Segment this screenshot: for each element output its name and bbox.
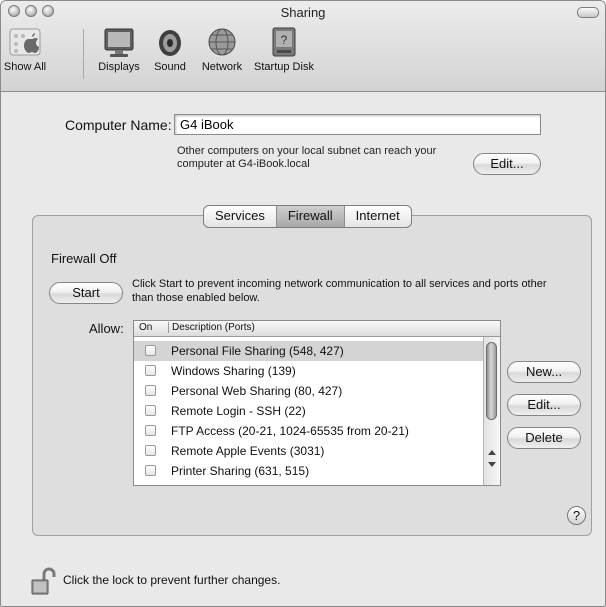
unlocked-lock-icon[interactable] (31, 566, 57, 596)
toolbar-label-displays: Displays (98, 61, 140, 73)
sharing-window: Sharing Show All Displays Sound Network … (0, 0, 606, 607)
scrollbar-thumb[interactable] (486, 342, 497, 420)
service-label: Remote Apple Events (3031) (171, 444, 325, 458)
service-checkbox[interactable] (145, 385, 156, 396)
hard-disk-icon: ? (272, 27, 296, 57)
tab-bar: Services Firewall Internet (203, 205, 412, 228)
window-chrome: Sharing Show All Displays Sound Network … (1, 1, 605, 92)
firewall-start-button[interactable]: Start (49, 282, 123, 304)
service-label: Windows Sharing (139) (171, 364, 296, 378)
list-item[interactable]: FTP Access (20-21, 1024-65535 from 20-21… (134, 421, 483, 441)
edit-service-button[interactable]: Edit... (507, 394, 581, 416)
computer-name-label: Computer Name: (65, 117, 172, 133)
toolbar-displays[interactable]: Displays (93, 25, 145, 73)
computer-name-input[interactable] (174, 114, 541, 135)
computer-name-edit-button[interactable]: Edit... (473, 153, 541, 175)
scroll-down-arrow-icon[interactable] (488, 462, 496, 467)
service-checkbox[interactable] (145, 425, 156, 436)
service-checkbox[interactable] (145, 445, 156, 456)
tab-services[interactable]: Services (204, 206, 277, 227)
svg-text:?: ? (281, 33, 288, 47)
vertical-scrollbar[interactable] (483, 337, 500, 485)
window-title: Sharing (280, 5, 326, 20)
help-button[interactable]: ? (567, 506, 586, 525)
toolbar-toggle-button[interactable] (577, 7, 599, 18)
list-header: On Description (Ports) (134, 321, 500, 337)
tab-firewall[interactable]: Firewall (276, 206, 345, 227)
tab-internet[interactable]: Internet (345, 206, 411, 227)
list-item[interactable]: Personal Web Sharing (80, 427) (134, 381, 483, 401)
lock-message: Click the lock to prevent further change… (63, 573, 281, 587)
scroll-up-arrow-icon[interactable] (488, 450, 496, 455)
new-service-button[interactable]: New... (507, 361, 581, 383)
firewall-services-list[interactable]: On Description (Ports) Personal File Sha… (133, 320, 501, 486)
delete-service-button[interactable]: Delete (507, 427, 581, 449)
service-label: Personal Web Sharing (80, 427) (171, 384, 343, 398)
service-label: Remote Login - SSH (22) (171, 404, 306, 418)
toolbar-label-show-all: Show All (3, 61, 47, 73)
column-header-description[interactable]: Description (Ports) (168, 322, 255, 333)
column-header-on[interactable]: On (139, 322, 163, 333)
list-item[interactable]: Windows Sharing (139) (134, 361, 483, 381)
service-checkbox[interactable] (145, 405, 156, 416)
toolbar-label-startup-disk: Startup Disk (254, 61, 314, 73)
firewall-status: Firewall Off (51, 251, 117, 266)
firewall-start-description: Click Start to prevent incoming network … (132, 278, 547, 304)
globe-icon (208, 28, 236, 56)
service-checkbox[interactable] (145, 365, 156, 376)
allow-label: Allow: (89, 321, 124, 336)
service-label: FTP Access (20-21, 1024-65535 from 20-21… (171, 424, 409, 438)
monitor-icon (104, 28, 134, 57)
list-item[interactable]: Printer Sharing (631, 515) (134, 461, 483, 481)
toolbar-separator (83, 29, 84, 79)
computer-name-hint: Other computers on your local subnet can… (177, 145, 437, 170)
list-item[interactable]: Remote Apple Events (3031) (134, 441, 483, 461)
list-item[interactable]: Remote Login - SSH (22) (134, 401, 483, 421)
toolbar-network[interactable]: Network (196, 25, 248, 73)
toolbar-label-network: Network (201, 61, 243, 73)
title-bar[interactable]: Sharing (1, 1, 605, 23)
speaker-icon (159, 30, 181, 56)
toolbar-startup-disk[interactable]: ? Startup Disk (253, 25, 315, 73)
toolbar-label-sound: Sound (154, 61, 186, 73)
toolbar-show-all[interactable]: Show All (3, 25, 47, 73)
service-checkbox[interactable] (145, 345, 156, 356)
toolbar-sound[interactable]: Sound (150, 25, 190, 73)
service-label: Personal File Sharing (548, 427) (171, 344, 344, 358)
apple-grid-icon (9, 28, 41, 56)
service-checkbox[interactable] (145, 465, 156, 476)
service-label: Printer Sharing (631, 515) (171, 464, 310, 478)
list-item[interactable]: Personal File Sharing (548, 427) (134, 341, 483, 361)
